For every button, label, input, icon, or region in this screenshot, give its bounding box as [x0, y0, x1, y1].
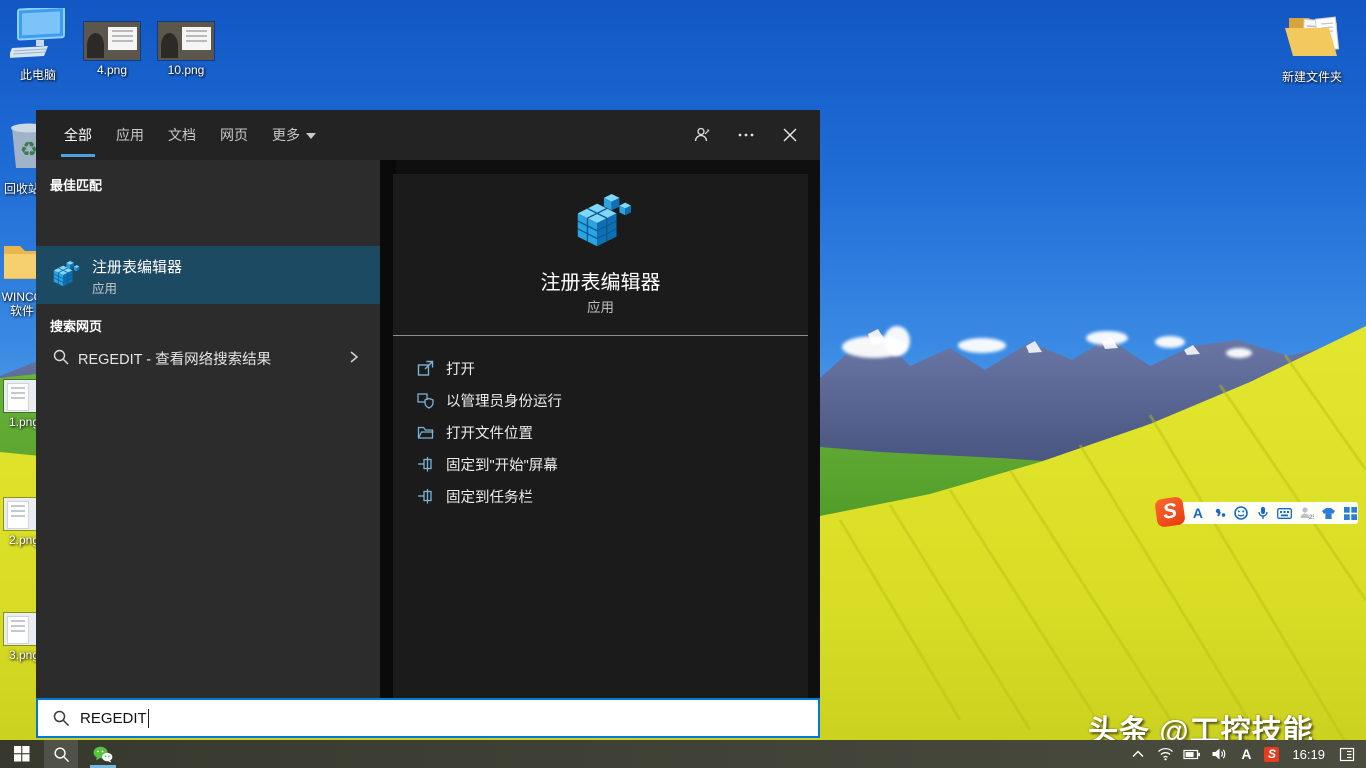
taskbar-wechat-button[interactable] — [86, 740, 120, 768]
action-label: 固定到任务栏 — [446, 486, 533, 507]
best-match-result-regedit[interactable]: 注册表编辑器 应用 — [36, 246, 380, 304]
sogou-tray-icon[interactable]: S — [1264, 747, 1279, 762]
desktop-screen: 此电脑 4.png 10.png 新建文件夹 ♻ 回收站 — [0, 0, 1366, 768]
desktop-icon-label: 4.png — [76, 63, 148, 77]
desktop-icon-this-pc[interactable]: 此电脑 — [2, 8, 74, 82]
tray-chevron-up-icon[interactable] — [1129, 745, 1147, 763]
folder-icon — [417, 424, 434, 441]
desktop-icon-10png[interactable]: 10.png — [150, 22, 222, 77]
detail-card: 注册表编辑器 应用 打开 以管理员身份运行 — [393, 174, 808, 698]
tab-documents[interactable]: 文档 — [168, 110, 196, 160]
sogou-logo-icon[interactable]: S — [1154, 496, 1186, 528]
ime-letter-mode-icon[interactable]: A — [1190, 505, 1206, 521]
detail-subtitle: 应用 — [393, 296, 808, 316]
ime-grid-menu-icon[interactable] — [1342, 505, 1358, 521]
search-tabs-bar: 全部 应用 文档 网页 更多 — [36, 110, 820, 160]
start-button[interactable] — [0, 740, 44, 768]
section-header-best-match: 最佳匹配 — [50, 175, 102, 194]
chevron-right-icon — [346, 348, 362, 366]
search-icon — [53, 746, 70, 763]
search-icon — [52, 709, 70, 727]
folder-open-icon — [1283, 10, 1341, 62]
ime-mode-indicator[interactable]: A — [1237, 745, 1255, 763]
user-account-icon[interactable] — [690, 123, 714, 147]
desktop-icon-label: 此电脑 — [2, 68, 74, 82]
system-tray: A S 16:19 — [1129, 745, 1366, 763]
action-label: 固定到"开始"屏幕 — [446, 454, 558, 475]
action-open[interactable]: 打开 — [393, 352, 808, 384]
registry-editor-icon — [570, 192, 632, 254]
action-label: 打开文件位置 — [446, 422, 533, 443]
web-result-text: REGEDIT - 查看网络搜索结果 — [78, 348, 271, 369]
pin-icon — [417, 456, 434, 473]
detail-title: 注册表编辑器 — [393, 266, 808, 295]
shield-icon — [417, 392, 434, 409]
result-title: 注册表编辑器 — [92, 256, 182, 277]
windows-search-panel: 全部 应用 文档 网页 更多 最佳匹配 注册表编辑器 应用 — [36, 110, 820, 738]
svg-text:25: 25 — [1309, 515, 1314, 520]
action-pin-to-start[interactable]: 固定到"开始"屏幕 — [393, 448, 808, 480]
action-open-file-location[interactable]: 打开文件位置 — [393, 416, 808, 448]
ime-microphone-icon[interactable] — [1255, 505, 1271, 521]
image-thumbnail — [84, 22, 140, 60]
tab-all[interactable]: 全部 — [64, 110, 92, 160]
search-query-text: REGEDIT — [80, 710, 147, 727]
ime-keyboard-icon[interactable] — [1277, 505, 1293, 521]
action-center-icon[interactable] — [1338, 745, 1356, 763]
ime-login-25-icon[interactable]: 25 — [1299, 505, 1315, 521]
wifi-icon[interactable] — [1156, 745, 1174, 763]
text-caret — [148, 709, 149, 728]
ime-emoji-icon[interactable] — [1234, 505, 1250, 521]
close-icon[interactable] — [778, 123, 802, 147]
wechat-icon — [93, 746, 113, 763]
action-label: 以管理员身份运行 — [446, 390, 562, 411]
more-options-icon[interactable] — [734, 123, 758, 147]
desktop-icon-label: 新建文件夹 — [1276, 70, 1348, 84]
open-icon — [417, 360, 434, 377]
clock[interactable]: 16:19 — [1288, 747, 1329, 762]
ime-punctuation-icon[interactable] — [1212, 505, 1228, 521]
volume-icon[interactable] — [1210, 745, 1228, 763]
pin-icon — [417, 488, 434, 505]
search-detail-pane: 注册表编辑器 应用 打开 以管理员身份运行 — [396, 160, 820, 698]
section-header-search-web: 搜索网页 — [50, 316, 102, 335]
action-label: 打开 — [446, 358, 475, 379]
action-run-as-admin[interactable]: 以管理员身份运行 — [393, 384, 808, 416]
web-search-result[interactable]: REGEDIT - 查看网络搜索结果 — [36, 340, 380, 374]
tab-more[interactable]: 更多 — [272, 110, 316, 160]
search-results-list: 最佳匹配 注册表编辑器 应用 搜索网页 REGEDIT - 查看网络搜索结果 — [36, 160, 380, 698]
detail-divider — [393, 335, 808, 336]
taskbar-search-button[interactable] — [44, 740, 78, 768]
this-pc-icon — [10, 8, 66, 60]
windows-logo-icon — [14, 746, 30, 762]
desktop-icon-label: 10.png — [150, 63, 222, 77]
action-pin-to-taskbar[interactable]: 固定到任务栏 — [393, 480, 808, 512]
image-thumbnail — [158, 22, 214, 60]
result-subtitle: 应用 — [92, 278, 117, 297]
chevron-down-icon — [306, 133, 316, 139]
sogou-ime-toolbar: S A 25 — [1160, 502, 1358, 524]
desktop-icon-4png[interactable]: 4.png — [76, 22, 148, 77]
ime-skin-icon[interactable] — [1321, 505, 1337, 521]
desktop-icon-new-folder[interactable]: 新建文件夹 — [1276, 10, 1348, 84]
battery-icon[interactable] — [1183, 745, 1201, 763]
search-icon — [52, 348, 70, 366]
tab-web[interactable]: 网页 — [220, 110, 248, 160]
taskbar: A S 16:19 — [0, 740, 1366, 768]
tab-apps[interactable]: 应用 — [116, 110, 144, 160]
search-input[interactable]: REGEDIT — [36, 698, 820, 738]
registry-editor-icon — [50, 260, 80, 290]
